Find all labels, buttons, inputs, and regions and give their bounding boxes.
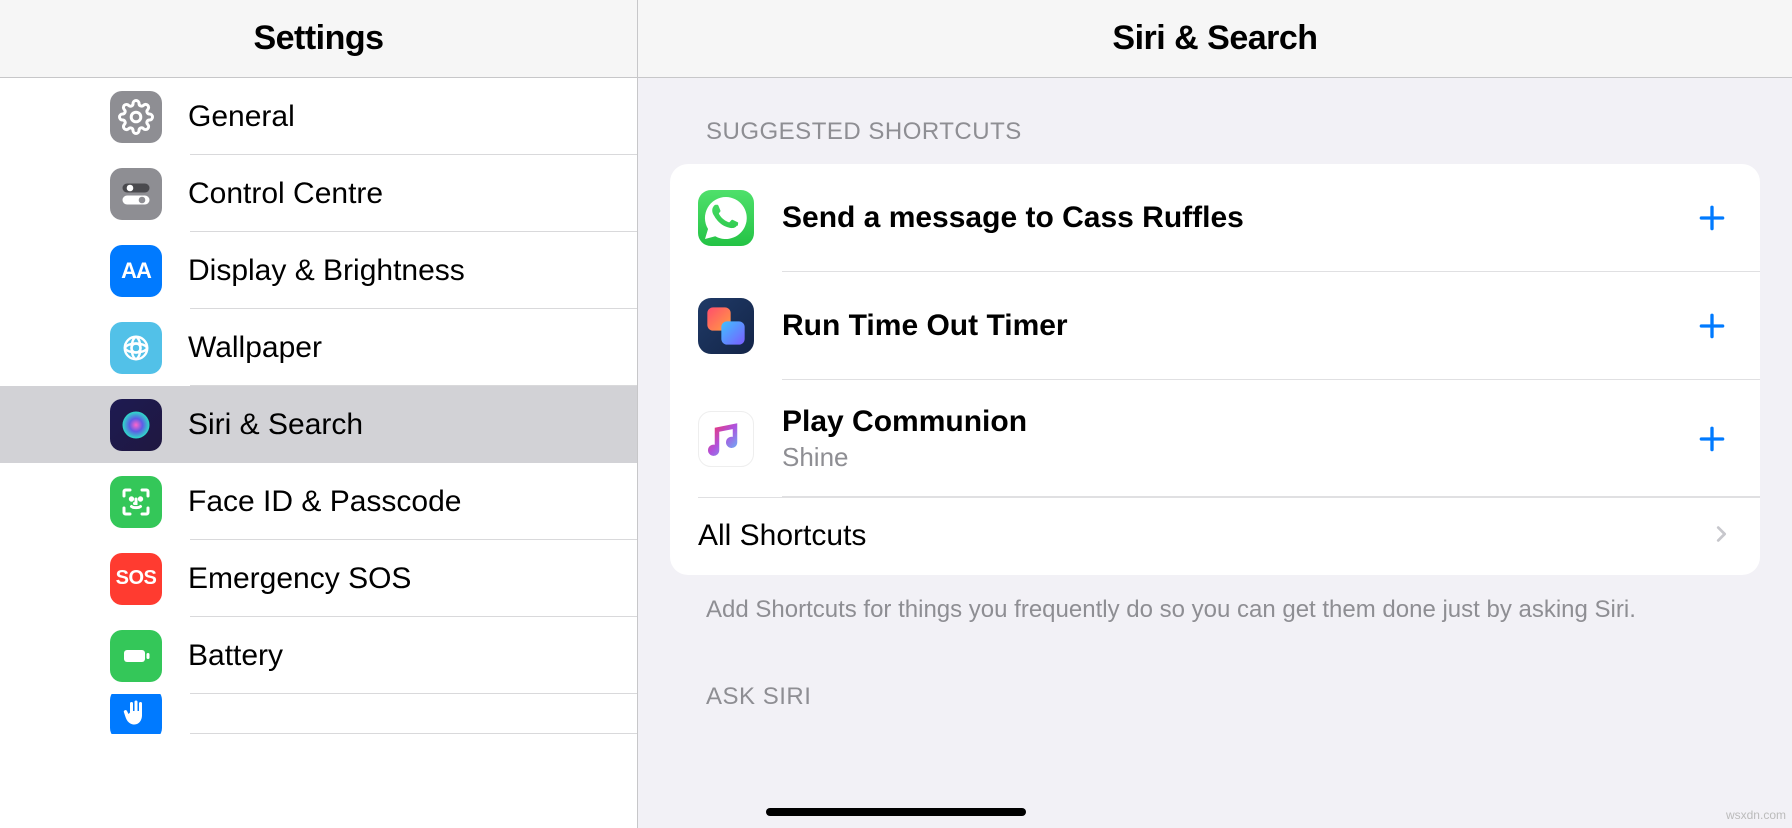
sidebar-item-siri-search[interactable]: Siri & Search [0, 386, 637, 463]
shortcut-title: Play Communion [782, 404, 1692, 440]
wallpaper-icon [110, 322, 162, 374]
all-shortcuts-row[interactable]: All Shortcuts [670, 497, 1760, 575]
detail-header: Siri & Search [638, 0, 1792, 78]
suggested-shortcuts-header: SUGGESTED SHORTCUTS [706, 118, 1760, 146]
whatsapp-icon [698, 190, 754, 246]
shortcut-text: Send a message to Cass Ruffles [782, 200, 1692, 236]
shortcut-title: Run Time Out Timer [782, 308, 1692, 344]
sidebar-item-label: Battery [188, 639, 283, 673]
sidebar-header: Settings [0, 0, 637, 78]
sidebar-item-wallpaper[interactable]: Wallpaper [0, 309, 637, 386]
shortcuts-icon [698, 298, 754, 354]
sidebar-item-label: Face ID & Passcode [188, 485, 461, 519]
sidebar-item-battery[interactable]: Battery [0, 617, 637, 694]
sidebar-item-display-brightness[interactable]: AA Display & Brightness [0, 232, 637, 309]
suggested-shortcuts-footer: Add Shortcuts for things you frequently … [706, 593, 1724, 627]
sidebar-item-general[interactable]: General [0, 78, 637, 155]
siri-icon [110, 399, 162, 451]
battery-icon [110, 630, 162, 682]
shortcut-title: Send a message to Cass Ruffles [782, 200, 1692, 236]
shortcut-row-timer[interactable]: Run Time Out Timer [670, 272, 1760, 380]
add-shortcut-button[interactable] [1692, 198, 1732, 238]
sidebar-item-label: Display & Brightness [188, 254, 465, 288]
watermark: wsxdn.com [1726, 808, 1786, 822]
shortcut-row-whatsapp[interactable]: Send a message to Cass Ruffles [670, 164, 1760, 272]
sidebar-item-face-id-passcode[interactable]: Face ID & Passcode [0, 463, 637, 540]
shortcut-row-music[interactable]: Play Communion Shine [670, 380, 1760, 497]
shortcut-subtitle: Shine [782, 442, 1692, 473]
suggested-shortcuts-card: Send a message to Cass Ruffles Run Time … [670, 164, 1760, 575]
detail-title: Siri & Search [1112, 19, 1317, 58]
sidebar-item-emergency-sos[interactable]: SOS Emergency SOS [0, 540, 637, 617]
home-indicator[interactable] [766, 808, 1026, 816]
toggles-icon [110, 168, 162, 220]
sos-icon: SOS [110, 553, 162, 605]
sidebar-item-control-centre[interactable]: Control Centre [0, 155, 637, 232]
detail-content[interactable]: SUGGESTED SHORTCUTS Send a message to Ca… [638, 78, 1792, 828]
add-shortcut-button[interactable] [1692, 419, 1732, 459]
sidebar-title: Settings [253, 19, 383, 58]
all-shortcuts-label: All Shortcuts [698, 519, 1710, 553]
add-shortcut-button[interactable] [1692, 306, 1732, 346]
settings-list: General Control Centre AA Display & Brig… [0, 78, 637, 828]
shortcut-text: Play Communion Shine [782, 404, 1692, 473]
hand-icon [110, 694, 162, 734]
sidebar-item-label: Wallpaper [188, 331, 322, 365]
display-icon: AA [110, 245, 162, 297]
sidebar-item-label: Control Centre [188, 177, 383, 211]
music-icon [698, 411, 754, 467]
face-id-icon [110, 476, 162, 528]
settings-sidebar: Settings General Control Centre AA Displ… [0, 0, 638, 828]
sidebar-item-label: Emergency SOS [188, 562, 411, 596]
sidebar-item-label: Siri & Search [188, 408, 363, 442]
shortcut-text: Run Time Out Timer [782, 308, 1692, 344]
gear-icon [110, 91, 162, 143]
sidebar-item-label: General [188, 100, 295, 134]
chevron-right-icon [1710, 523, 1732, 550]
detail-pane: Siri & Search SUGGESTED SHORTCUTS Send a… [638, 0, 1792, 828]
sidebar-item-partial[interactable] [0, 694, 637, 734]
ask-siri-header: ASK SIRI [706, 683, 1760, 711]
